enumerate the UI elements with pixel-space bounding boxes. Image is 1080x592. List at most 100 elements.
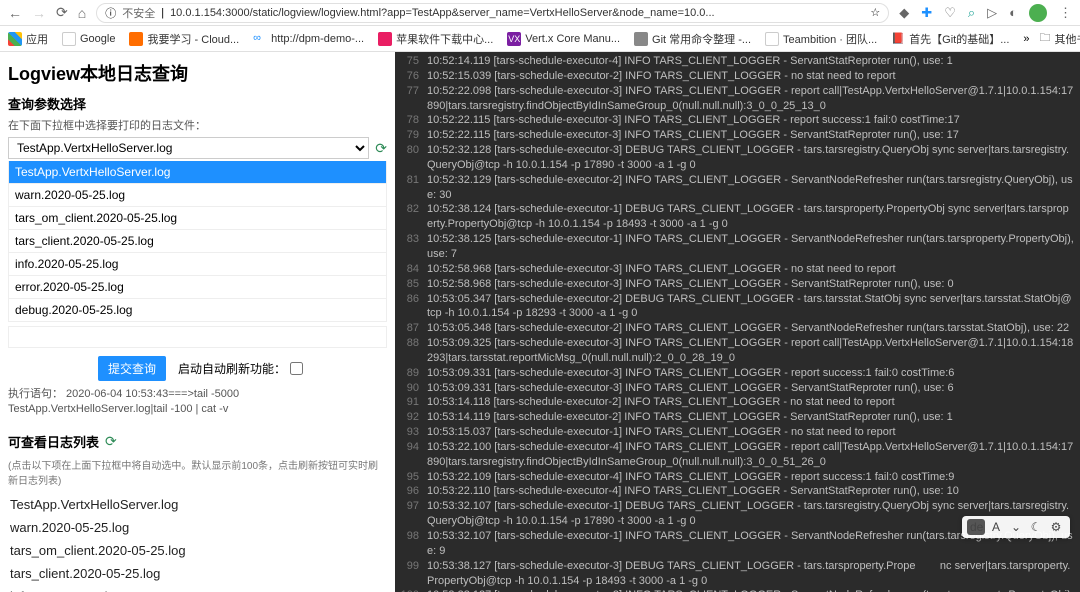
- log-line: 8710:53:05.348 [tars-schedule-executor-2…: [395, 321, 1080, 336]
- bookmark-teambition[interactable]: Teambition · 团队...: [765, 31, 877, 47]
- extension-icons: ◆ ✚ ♡ ⌕ ▷ ◐ ⋮: [899, 4, 1072, 22]
- bookmark-git[interactable]: Git 常用命令整理 -...: [634, 31, 751, 47]
- line-text: 10:53:38.127 [tars-schedule-executor-3] …: [427, 588, 1080, 592]
- bookmark-apple[interactable]: 苹果软件下载中心...: [378, 31, 493, 47]
- apps-icon: [8, 32, 22, 46]
- gear-icon[interactable]: ⚙: [1047, 519, 1065, 535]
- log-line: 9910:53:38.127 [tars-schedule-executor-3…: [395, 559, 1080, 589]
- bookmark-label: 首先【Git的基础】...: [909, 31, 1009, 47]
- file-list-item[interactable]: tars_om_client.2020-05-25.log: [8, 539, 387, 562]
- line-number: 100: [395, 588, 427, 592]
- overflow-icon[interactable]: »: [1023, 33, 1029, 45]
- log-line: 8010:52:32.128 [tars-schedule-executor-3…: [395, 143, 1080, 173]
- home-button[interactable]: ⌂: [78, 5, 86, 21]
- log-line: 9110:53:14.118 [tars-schedule-executor-2…: [395, 395, 1080, 410]
- line-text: 10:52:22.115 [tars-schedule-executor-3] …: [427, 113, 1080, 128]
- line-number: 93: [395, 425, 427, 440]
- back-button[interactable]: ←: [8, 5, 22, 21]
- dropdown-item[interactable]: error.2020-05-25.log: [9, 276, 386, 299]
- bookmark-gitbasics[interactable]: 📕 首先【Git的基础】...: [891, 31, 1009, 47]
- left-panel: Logview本地日志查询 查询参数选择 在下面下拉框中选择要打印的日志文件： …: [0, 52, 395, 592]
- forward-button[interactable]: →: [32, 5, 46, 21]
- dropdown-item[interactable]: info.2020-05-25.log: [9, 253, 386, 276]
- apple-icon: [378, 32, 392, 46]
- bookmark-other[interactable]: 🗀其他书签: [1040, 29, 1080, 48]
- bookmark-learn[interactable]: 我要学习 - Cloud...: [129, 31, 239, 47]
- file-list-item[interactable]: warn.2020-05-25.log: [8, 516, 387, 539]
- file-list-item[interactable]: TestApp.VertxHelloServer.log: [8, 493, 387, 516]
- files-heading: 可查看日志列表: [8, 432, 99, 451]
- vertx-icon: VX: [507, 32, 521, 46]
- dropdown-list: TestApp.VertxHelloServer.logwarn.2020-05…: [8, 161, 387, 322]
- bookmark-label: Vert.x Core Manu...: [525, 33, 620, 45]
- line-number: 79: [395, 128, 427, 143]
- avatar[interactable]: [1029, 4, 1047, 22]
- bookmark-label: Google: [80, 33, 115, 45]
- refresh-files-icon[interactable]: ⟳: [105, 433, 117, 450]
- menu-icon[interactable]: ⋮: [1059, 5, 1072, 21]
- lang-badge[interactable]: de: [967, 519, 985, 535]
- bookmark-vertx[interactable]: VX Vert.x Core Manu...: [507, 32, 620, 46]
- ext-icon[interactable]: ✚: [921, 5, 932, 21]
- bookmark-apps[interactable]: 应用: [8, 31, 48, 47]
- ext-icon[interactable]: ⌕: [968, 5, 975, 21]
- reload-button[interactable]: ⟳: [56, 4, 68, 21]
- line-text: 10:53:22.110 [tars-schedule-executor-4] …: [427, 484, 1080, 499]
- folder-icon: 🗀: [1040, 29, 1051, 48]
- ext-icon[interactable]: ◐: [1009, 5, 1017, 20]
- line-text: 10:53:22.109 [tars-schedule-executor-4] …: [427, 470, 1080, 485]
- log-output-panel[interactable]: 7510:52:14.119 [tars-schedule-executor-4…: [395, 52, 1080, 592]
- log-line: 8610:53:05.347 [tars-schedule-executor-2…: [395, 292, 1080, 322]
- book-icon: 📕: [891, 32, 905, 46]
- dropdown-item[interactable]: tars_om_client.2020-05-25.log: [9, 207, 386, 230]
- file-list-item[interactable]: tars_client.2020-05-25.log: [8, 562, 387, 585]
- line-text: 10:52:58.968 [tars-schedule-executor-3] …: [427, 262, 1080, 277]
- dropdown-item[interactable]: TestApp.VertxHelloServer.log: [9, 161, 386, 184]
- font-icon[interactable]: A: [987, 519, 1005, 535]
- line-text: 10:52:38.125 [tars-schedule-executor-1] …: [427, 232, 1080, 262]
- line-number: 86: [395, 292, 427, 322]
- google-icon: [62, 32, 76, 46]
- line-number: 87: [395, 321, 427, 336]
- log-line: 7710:52:22.098 [tars-schedule-executor-3…: [395, 84, 1080, 114]
- log-line: 8310:52:38.125 [tars-schedule-executor-1…: [395, 232, 1080, 262]
- line-text: 10:53:09.325 [tars-schedule-executor-3] …: [427, 336, 1080, 366]
- refresh-icon[interactable]: ⟳: [375, 140, 387, 157]
- auto-refresh-checkbox[interactable]: [290, 362, 303, 375]
- floating-toolbar: de A ⌄ ☾ ⚙: [962, 516, 1070, 538]
- line-text: 10:52:22.115 [tars-schedule-executor-3] …: [427, 128, 1080, 143]
- line-text: 10:52:32.128 [tars-schedule-executor-3] …: [427, 143, 1080, 173]
- dropdown-item[interactable]: debug.2020-05-25.log: [9, 299, 386, 322]
- line-number: 94: [395, 440, 427, 470]
- dropdown-item[interactable]: tars_client.2020-05-25.log: [9, 230, 386, 253]
- log-line: 8110:52:32.129 [tars-schedule-executor-2…: [395, 173, 1080, 203]
- auto-refresh-toggle[interactable]: 启动自动刷新功能：: [178, 360, 303, 377]
- input-placeholder-row[interactable]: [8, 326, 387, 348]
- moon-icon[interactable]: ☾: [1027, 519, 1045, 535]
- line-text: 10:52:15.039 [tars-schedule-executor-2] …: [427, 69, 1080, 84]
- line-number: 92: [395, 410, 427, 425]
- ext-icon[interactable]: ♡: [944, 5, 956, 21]
- line-text: 10:52:32.129 [tars-schedule-executor-2] …: [427, 173, 1080, 203]
- line-number: 83: [395, 232, 427, 262]
- line-text: 10:52:58.968 [tars-schedule-executor-3] …: [427, 277, 1080, 292]
- bookmark-google[interactable]: Google: [62, 32, 115, 46]
- exec-command-text: 执行语句： 2020-06-04 10:53:43===>tail -5000 …: [8, 387, 387, 418]
- submit-button[interactable]: 提交查询: [98, 356, 166, 381]
- line-number: 75: [395, 54, 427, 69]
- file-list: TestApp.VertxHelloServer.logwarn.2020-05…: [8, 493, 387, 592]
- file-list-item[interactable]: info.2020-05-25.log: [8, 585, 387, 592]
- dropdown-item[interactable]: warn.2020-05-25.log: [9, 184, 386, 207]
- line-number: 98: [395, 529, 427, 559]
- line-number: 84: [395, 262, 427, 277]
- link-icon: ∞: [253, 32, 267, 46]
- ext-icon[interactable]: ◆: [899, 5, 909, 21]
- star-icon[interactable]: ☆: [870, 6, 880, 19]
- chevron-icon[interactable]: ⌄: [1007, 519, 1025, 535]
- teambition-icon: [765, 32, 779, 46]
- bookmark-dpm[interactable]: ∞http://dpm-demo-...: [253, 32, 364, 46]
- ext-icon[interactable]: ▷: [987, 5, 997, 21]
- bookmark-label: 苹果软件下载中心...: [396, 31, 493, 47]
- url-bar[interactable]: ⓘ 不安全 | 10.0.1.154:3000/static/logview/l…: [96, 3, 889, 23]
- log-file-select[interactable]: TestApp.VertxHelloServer.log: [8, 137, 369, 159]
